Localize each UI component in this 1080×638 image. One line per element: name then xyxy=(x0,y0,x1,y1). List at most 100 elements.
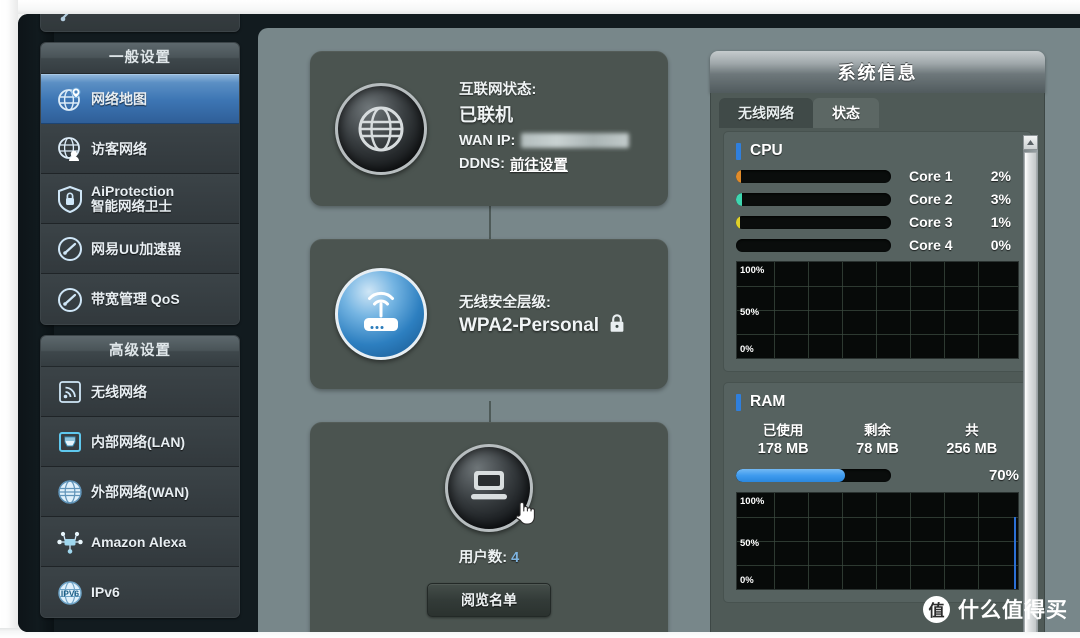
router-security-card[interactable]: 无线安全层级: WPA2-Personal xyxy=(310,239,668,389)
page-chrome-left xyxy=(0,0,18,638)
sidebar-item-ipv6-label: IPv6 xyxy=(91,584,120,601)
tab-wireless-network[interactable]: 无线网络 xyxy=(719,98,813,128)
system-info-scrollbar[interactable] xyxy=(1023,135,1038,632)
system-info-tabs: 无线网络 状态 xyxy=(711,93,1044,128)
internet-status-text: 互联网状态: 已联机 WAN IP: DDNS: 前往设置 xyxy=(459,78,630,180)
ram-panel-title: RAM xyxy=(736,393,1019,411)
ram-usage-graph: 100% 50% 0% xyxy=(736,492,1019,590)
cpu-panel-title: CPU xyxy=(736,142,1019,160)
shield-lock-icon xyxy=(53,185,87,213)
sidebar-item-uu-accelerator[interactable]: 网易UU加速器 xyxy=(41,224,239,274)
cpu-core-row: Core 3 1% xyxy=(736,214,1019,230)
cpu-panel: CPU Core 1 2% Core 2 3% Core 3 1% Core 4… xyxy=(723,131,1032,372)
wifi-signal-icon xyxy=(53,378,87,406)
sidebar-item-aiprotection[interactable]: AiProtection 智能网络卫士 xyxy=(41,174,239,224)
globe-icon xyxy=(53,478,87,506)
sidebar-item-guest-network-label: 访客网络 xyxy=(91,140,147,157)
sidebar-item-lan[interactable]: 内部网络(LAN) xyxy=(41,417,239,467)
client-device-icon xyxy=(445,444,536,532)
sidebar-item-qos[interactable]: 带宽管理 QoS xyxy=(41,274,239,324)
accent-bar xyxy=(736,393,741,411)
sidebar-item-wan-label: 外部网络(WAN) xyxy=(91,483,189,500)
core-4-percent: 0% xyxy=(990,237,1011,253)
globe-status-icon xyxy=(335,82,427,175)
sidebar-item-amazon-alexa[interactable]: Amazon Alexa xyxy=(41,517,239,567)
network-topology-column: 互联网状态: 已联机 WAN IP: DDNS: 前往设置 无线安全层级: WP… xyxy=(310,51,668,632)
sidebar-item-ipv6[interactable]: IPV6 IPv6 xyxy=(41,567,239,617)
cpu-usage-graph: 100% 50% 0% xyxy=(736,261,1019,359)
hand-cursor-icon xyxy=(514,499,536,525)
ram-used-column: 已使用 178 MB xyxy=(736,419,830,457)
core-2-bar xyxy=(736,192,891,206)
sidebar-item-lan-label: 内部网络(LAN) xyxy=(91,433,186,450)
tools-icon xyxy=(53,14,87,26)
core-3-percent: 1% xyxy=(990,214,1011,230)
ram-panel: RAM 已使用 178 MB 剩余 78 MB 共 256 MB 70% 100… xyxy=(723,382,1032,603)
sidebar-item-amazon-alexa-label: Amazon Alexa xyxy=(91,533,187,550)
scrollbar-thumb[interactable] xyxy=(1024,152,1037,632)
cpu-graph-top-label: 100% xyxy=(740,265,765,276)
lock-icon xyxy=(609,313,625,338)
ram-total-label: 共 xyxy=(965,423,979,438)
router-security-text: 无线安全层级: WPA2-Personal xyxy=(459,291,625,338)
ram-total-column: 共 256 MB xyxy=(925,419,1019,457)
chevron-up-icon[interactable] xyxy=(1023,135,1038,150)
core-3-bar xyxy=(736,215,891,229)
ddns-label: DDNS: xyxy=(459,156,505,172)
core-2-percent: 3% xyxy=(990,191,1011,207)
client-count-value: 4 xyxy=(511,550,520,566)
sidebar-item-wireless[interactable]: 无线网络 xyxy=(41,367,239,417)
svg-text:IPV6: IPV6 xyxy=(61,588,79,598)
core-3-name: Core 3 xyxy=(909,214,953,230)
cpu-core-row: Core 2 3% xyxy=(736,191,1019,207)
core-2-bar-fill xyxy=(736,192,742,206)
clients-card[interactable]: 用户数: 4 阅览名单 xyxy=(310,422,668,632)
view-client-list-button[interactable]: 阅览名单 xyxy=(427,583,551,617)
core-2-name: Core 2 xyxy=(909,191,953,207)
ram-usage-row: 70% xyxy=(736,467,1019,484)
router-wireless-icon xyxy=(335,268,427,360)
system-information-header: 系统信息 xyxy=(710,51,1045,93)
client-count-label: 用户数: xyxy=(458,550,508,566)
internet-status-label: 互联网状态: xyxy=(459,81,537,98)
internet-status-value: 已联机 xyxy=(459,104,513,125)
wireless-security-value-row: WPA2-Personal xyxy=(459,313,625,338)
wireless-security-value: WPA2-Personal xyxy=(459,314,600,336)
ram-usage-percent: 70% xyxy=(988,467,1019,484)
sidebar-item-partial-top[interactable] xyxy=(41,14,239,31)
ram-used-value: 178 MB xyxy=(757,441,809,457)
sidebar-item-qos-label: 带宽管理 QoS xyxy=(91,291,180,308)
ram-used-label: 已使用 xyxy=(762,423,804,438)
sidebar-item-network-map-label: 网络地图 xyxy=(91,90,147,107)
core-1-bar-fill xyxy=(736,169,741,183)
ram-usage-bar xyxy=(736,469,891,482)
sidebar-navigation: 一般设置 网络地图 访客网络 AiProtection 智能网络卫士 网易UU加… xyxy=(40,14,240,628)
system-information-panel: 系统信息 无线网络 状态 CPU Core 1 2% Core 2 3% Cor… xyxy=(710,51,1045,632)
page-chrome-top xyxy=(0,0,1080,14)
cpu-title-text: CPU xyxy=(750,142,783,159)
system-information-title: 系统信息 xyxy=(837,63,918,83)
sidebar-item-uu-accelerator-label: 网易UU加速器 xyxy=(91,240,182,257)
sidebar-item-network-map[interactable]: 网络地图 xyxy=(41,74,239,124)
guest-network-icon xyxy=(53,135,87,163)
ram-graph-mid-label: 50% xyxy=(740,538,760,549)
cpu-core-row: Core 1 2% xyxy=(736,168,1019,184)
sidebar-item-guest-network[interactable]: 访客网络 xyxy=(41,124,239,174)
system-information-body: 无线网络 状态 CPU Core 1 2% Core 2 3% Core 3 1… xyxy=(710,93,1045,632)
ram-graph-trace xyxy=(1014,517,1016,589)
client-count-row: 用户数: 4 xyxy=(459,546,519,567)
ram-graph-bottom-label: 0% xyxy=(740,575,754,586)
tab-status[interactable]: 状态 xyxy=(813,98,879,128)
router-admin-app: 一般设置 网络地图 访客网络 AiProtection 智能网络卫士 网易UU加… xyxy=(18,14,1080,632)
sidebar-item-wan[interactable]: 外部网络(WAN) xyxy=(41,467,239,517)
wan-ip-value-redacted xyxy=(521,133,630,148)
core-1-percent: 2% xyxy=(990,168,1011,184)
ram-free-value: 78 MB xyxy=(856,441,899,457)
network-map-stage: 互联网状态: 已联机 WAN IP: DDNS: 前往设置 无线安全层级: WP… xyxy=(258,28,1080,632)
ram-total-value: 256 MB xyxy=(946,441,998,457)
ddns-setup-link[interactable]: 前往设置 xyxy=(510,154,568,175)
ram-title-text: RAM xyxy=(750,393,786,410)
internet-status-card[interactable]: 互联网状态: 已联机 WAN IP: DDNS: 前往设置 xyxy=(310,51,668,206)
cpu-graph-bottom-label: 0% xyxy=(740,344,754,355)
sidebar-item-aiprotection-label: AiProtection 智能网络卫士 xyxy=(91,183,174,215)
